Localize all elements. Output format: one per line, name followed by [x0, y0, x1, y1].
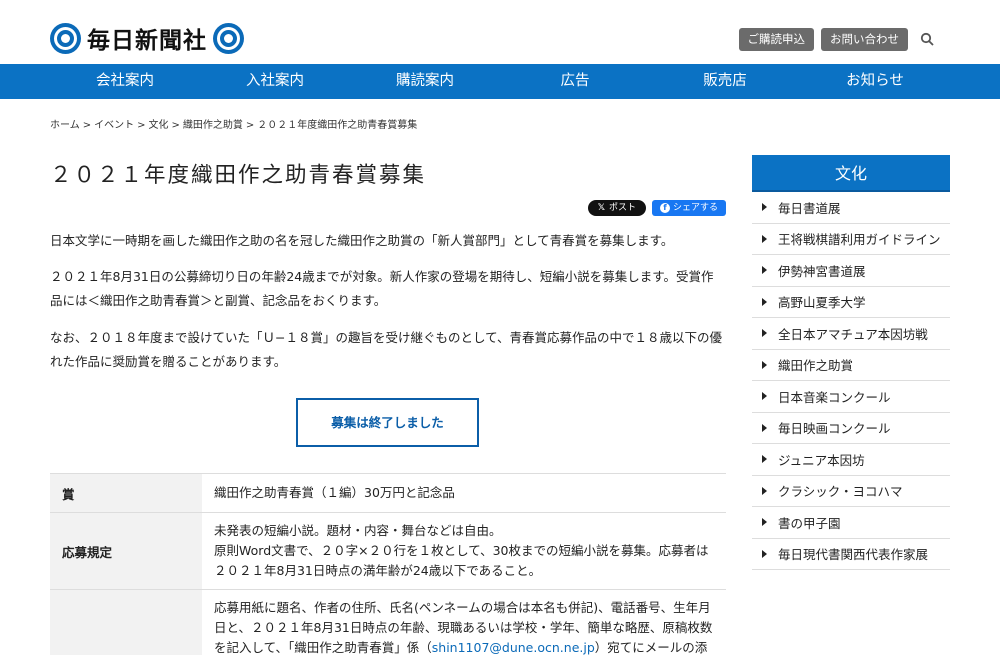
search-icon[interactable] [920, 32, 934, 46]
sidebar: 文化 毎日書道展 王将戦棋譜利用ガイドライン 伊勢神宮書道展 高野山夏季大学 全… [752, 155, 950, 570]
arrow-right-icon [762, 297, 767, 306]
target-paragraph: ２０２１年8月31日の公募締切り日の年齢24歳までが対象。新人作家の登場を期待し… [50, 269, 714, 308]
global-nav: 会社案内 入社案内 購読案内 広告 販売店 お知らせ [0, 64, 1000, 99]
email-link[interactable]: shin1107@dune.ocn.ne.jp [432, 640, 595, 655]
nav-news[interactable]: お知らせ [800, 64, 950, 99]
table-row: 応募用紙に題名、作者の住所、氏名(ペンネームの場合は本名も併記)、電話番号、生年… [50, 590, 726, 655]
row-label: 賞 [50, 474, 202, 512]
logo-text: 毎日新聞社 [87, 27, 207, 54]
sidebar-item[interactable]: 毎日現代書関西代表作家展 [752, 539, 950, 570]
arrow-right-icon [762, 360, 767, 369]
breadcrumb-current: ２０２１年度織田作之助青春賞募集 [257, 120, 418, 131]
breadcrumb-culture[interactable]: 文化 [148, 120, 168, 131]
breadcrumb-event[interactable]: イベント [94, 120, 134, 131]
row-label: 応募規定 [50, 513, 202, 589]
encouragement-paragraph: なお、２０１８年度まで設けていた「Ｕ−１８賞」の趣旨を受け継ぐものとして、青春賞… [50, 330, 722, 369]
page-title: ２０２１年度織田作之助青春賞募集 [50, 163, 427, 188]
arrow-right-icon [762, 234, 767, 243]
nav-dealers[interactable]: 販売店 [650, 64, 800, 99]
x-post-button[interactable]: 𝕏 ポスト [587, 200, 646, 216]
nav-advertising[interactable]: 広告 [500, 64, 650, 99]
sidebar-item[interactable]: 毎日書道展 [752, 192, 950, 224]
sidebar-item[interactable]: 高野山夏季大学 [752, 287, 950, 318]
nav-recruit[interactable]: 入社案内 [200, 64, 350, 99]
facebook-share-button[interactable]: f シェアする [651, 200, 726, 216]
application-closed-button[interactable]: 募集は終了しました [296, 398, 479, 447]
arrow-right-icon [762, 392, 767, 401]
arrow-right-icon [762, 203, 767, 212]
logo-emblem-icon [50, 22, 81, 54]
share-buttons: 𝕏 ポスト f シェアする [587, 200, 726, 216]
breadcrumb-oda-award[interactable]: 織田作之助賞 [183, 120, 243, 131]
subscribe-button[interactable]: ご購読申込 [738, 28, 814, 51]
details-table: 賞 織田作之助青春賞（１編）30万円と記念品 応募規定 未発表の短編小説。題材・… [50, 473, 726, 655]
arrow-right-icon [762, 423, 767, 432]
site-logo[interactable]: 毎日新聞社 [50, 20, 244, 56]
arrow-right-icon [762, 486, 767, 495]
row-value: 織田作之助青春賞（１編）30万円と記念品 [214, 485, 455, 500]
sidebar-item[interactable]: 日本音楽コンクール [752, 381, 950, 413]
logo-emblem-icon [213, 22, 244, 54]
nav-company[interactable]: 会社案内 [50, 64, 200, 99]
sidebar-item[interactable]: クラシック・ヨコハマ [752, 476, 950, 507]
table-row: 応募規定 未発表の短編小説。題材・内容・舞台などは自由。 原則Word文書で、２… [50, 513, 726, 590]
sidebar-item[interactable]: 全日本アマチュア本因坊戦 [752, 318, 950, 350]
arrow-right-icon [762, 266, 767, 275]
site-header: 毎日新聞社 ご購読申込 お問い合わせ [0, 0, 1000, 64]
row-label [50, 590, 202, 655]
row-value: 応募用紙に題名、作者の住所、氏名(ペンネームの場合は本名も併記)、電話番号、生年… [214, 600, 713, 655]
sidebar-item[interactable]: 織田作之助賞 [752, 350, 950, 381]
sidebar-item[interactable]: 王将戦棋譜利用ガイドライン [752, 224, 950, 255]
arrow-right-icon [762, 518, 767, 527]
sidebar-item[interactable]: 伊勢神宮書道展 [752, 255, 950, 287]
arrow-right-icon [762, 455, 767, 464]
nav-subscription[interactable]: 購読案内 [350, 64, 500, 99]
contact-button[interactable]: お問い合わせ [821, 28, 908, 51]
facebook-icon: f [659, 203, 670, 213]
x-icon: 𝕏 [597, 203, 605, 213]
arrow-right-icon [762, 329, 767, 338]
intro-paragraph: 日本文学に一時期を画した織田作之助の名を冠した織田作之助賞の「新人賞部門」として… [50, 233, 674, 248]
sidebar-item[interactable]: 書の甲子園 [752, 507, 950, 539]
table-row: 賞 織田作之助青春賞（１編）30万円と記念品 [50, 474, 726, 513]
sidebar-heading: 文化 [752, 155, 950, 192]
arrow-right-icon [762, 549, 767, 558]
sidebar-item[interactable]: ジュニア本因坊 [752, 444, 950, 476]
breadcrumb-home[interactable]: ホーム [50, 120, 80, 131]
row-value: 未発表の短編小説。題材・内容・舞台などは自由。 原則Word文書で、２０字×２０… [214, 523, 709, 578]
sidebar-item[interactable]: 毎日映画コンクール [752, 413, 950, 444]
breadcrumb: ホーム > イベント > 文化 > 織田作之助賞 >２０２１年度織田作之助青春賞募集 [50, 120, 418, 131]
